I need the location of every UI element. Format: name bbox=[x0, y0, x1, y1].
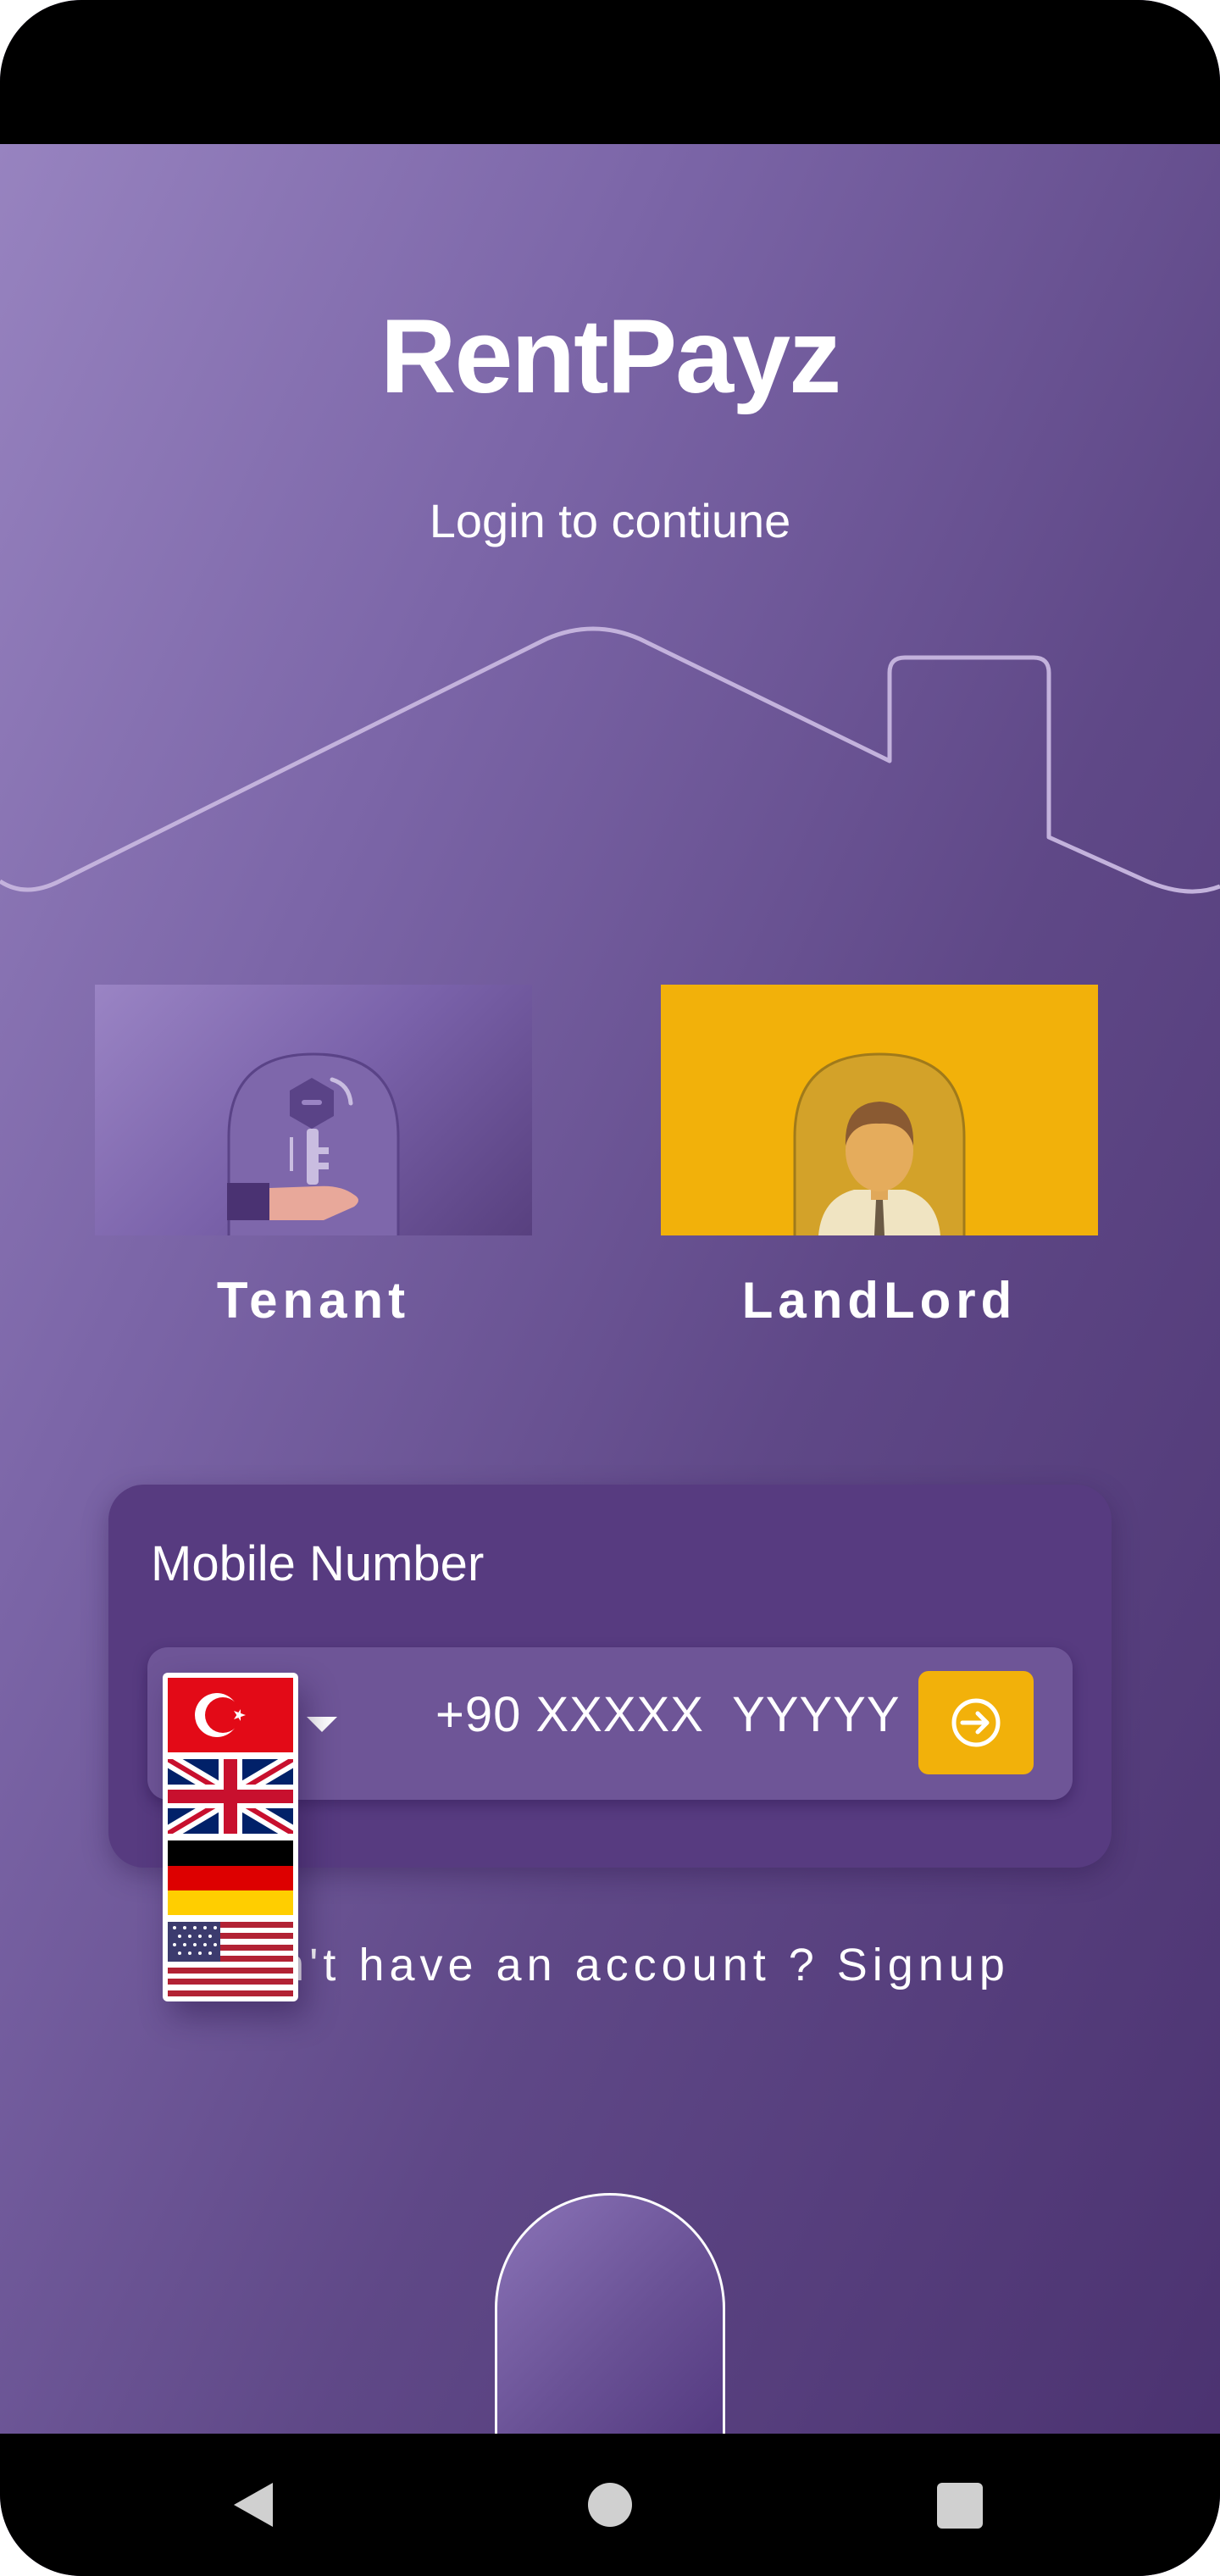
door-arch-decoration bbox=[495, 2193, 725, 2439]
mobile-number-label: Mobile Number bbox=[151, 1536, 485, 1591]
house-outline-decoration bbox=[0, 626, 1220, 894]
chevron-down-icon[interactable] bbox=[307, 1717, 337, 1732]
person-avatar-icon bbox=[793, 1052, 966, 1235]
usa-flag-icon[interactable] bbox=[168, 1922, 293, 1996]
turkey-flag-icon[interactable] bbox=[168, 1678, 293, 1752]
status-bar bbox=[0, 0, 1220, 144]
login-subtitle: Login to contiune bbox=[429, 494, 791, 547]
login-arrow-icon bbox=[951, 1698, 1001, 1747]
tenant-label[interactable]: Tenant bbox=[95, 1271, 532, 1330]
landlord-role-card[interactable] bbox=[661, 985, 1098, 1235]
home-icon[interactable] bbox=[588, 2483, 632, 2527]
country-flag-dropdown[interactable] bbox=[163, 1673, 298, 2001]
app-title: RentPayz bbox=[380, 298, 841, 415]
back-icon[interactable] bbox=[234, 2483, 273, 2527]
uk-flag-icon[interactable] bbox=[168, 1759, 293, 1834]
phone-number-placeholder[interactable]: +90 XXXXX YYYYY bbox=[435, 1686, 901, 1743]
login-submit-button[interactable] bbox=[918, 1671, 1034, 1774]
landlord-label[interactable]: LandLord bbox=[661, 1271, 1098, 1330]
key-in-hand-icon bbox=[227, 1052, 400, 1235]
recents-icon[interactable] bbox=[937, 2483, 983, 2529]
tenant-role-card[interactable] bbox=[95, 985, 532, 1235]
app-screen: RentPayz Login to contiune Tenant LandLo… bbox=[0, 0, 1220, 2576]
germany-flag-icon[interactable] bbox=[168, 1840, 293, 1915]
